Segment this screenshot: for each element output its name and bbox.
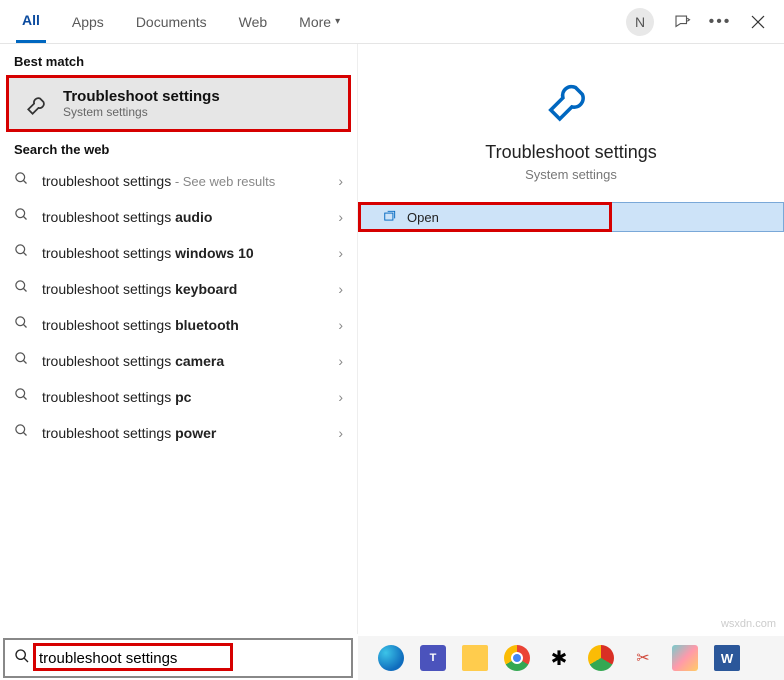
tab-more-label: More [299,14,331,30]
search-icon [14,171,34,191]
suggestion-text: troubleshoot settings windows 10 [42,245,338,261]
user-avatar[interactable]: N [626,8,654,36]
slack-icon[interactable]: ✱ [546,645,572,671]
more-options-icon[interactable]: ••• [710,12,730,32]
best-match-subtitle: System settings [63,105,220,119]
chevron-right-icon: › [338,389,343,405]
web-suggestion[interactable]: troubleshoot settings camera › [0,343,357,379]
search-icon [5,648,39,669]
web-suggestion[interactable]: troubleshoot settings power › [0,415,357,451]
wrench-icon [544,74,598,128]
tab-apps[interactable]: Apps [66,1,110,43]
chevron-right-icon: › [338,317,343,333]
chevron-right-icon: › [338,245,343,261]
feedback-icon[interactable] [672,12,692,32]
chevron-right-icon: › [338,353,343,369]
suggestion-text: troubleshoot settings audio [42,209,338,225]
search-icon [14,279,34,299]
search-input[interactable] [39,650,351,667]
suggestion-text: troubleshoot settings keyboard [42,281,338,297]
web-suggestion[interactable]: troubleshoot settings pc › [0,379,357,415]
chevron-down-icon: ▾ [335,16,340,27]
search-bar-container [3,638,353,678]
paint-icon[interactable] [672,645,698,671]
preview-title: Troubleshoot settings [368,142,774,163]
explorer-icon[interactable] [462,645,488,671]
tab-web[interactable]: Web [233,1,274,43]
web-suggestion[interactable]: troubleshoot settings keyboard › [0,271,357,307]
best-match-title: Troubleshoot settings [63,88,220,105]
search-icon [14,315,34,335]
tab-all[interactable]: All [16,1,46,43]
close-icon[interactable] [748,12,768,32]
search-bar[interactable] [3,638,353,678]
suggestion-text: troubleshoot settings - See web results [42,173,338,189]
wrench-icon [23,89,53,119]
chrome-icon[interactable] [504,645,530,671]
search-icon [14,387,34,407]
search-icon [14,243,34,263]
preview-subtitle: System settings [368,167,774,182]
edge-icon[interactable] [378,645,404,671]
web-suggestion[interactable]: troubleshoot settings windows 10 › [0,235,357,271]
action-row-remainder[interactable] [612,202,784,232]
search-web-heading: Search the web [0,132,357,163]
web-suggestion[interactable]: troubleshoot settings bluetooth › [0,307,357,343]
web-suggestion[interactable]: troubleshoot settings - See web results … [0,163,357,199]
word-icon[interactable]: W [714,645,740,671]
search-scope-tabs: All Apps Documents Web More ▾ N ••• [0,0,784,44]
taskbar: T ✱ ✂ W [358,636,784,680]
chevron-right-icon: › [338,173,343,189]
best-match-result[interactable]: Troubleshoot settings System settings [6,75,351,132]
tab-more[interactable]: More ▾ [293,1,346,43]
chevron-right-icon: › [338,209,343,225]
suggestion-text: troubleshoot settings bluetooth [42,317,338,333]
web-suggestion[interactable]: troubleshoot settings audio › [0,199,357,235]
open-button[interactable]: Open [358,202,612,232]
teams-icon[interactable]: T [420,645,446,671]
suggestion-text: troubleshoot settings power [42,425,338,441]
open-icon [383,209,397,226]
results-panel: Best match Troubleshoot settings System … [0,44,358,634]
chevron-right-icon: › [338,425,343,441]
search-icon [14,423,34,443]
preview-panel: Troubleshoot settings System settings Op… [358,44,784,634]
snip-icon[interactable]: ✂ [630,645,656,671]
action-row: Open [358,202,784,232]
suggestion-text: troubleshoot settings camera [42,353,338,369]
watermark-text: wsxdn.com [721,618,776,630]
suggestion-text: troubleshoot settings pc [42,389,338,405]
chevron-right-icon: › [338,281,343,297]
chrome-canary-icon[interactable] [588,645,614,671]
search-icon [14,207,34,227]
tab-documents[interactable]: Documents [130,1,213,43]
open-label: Open [407,210,439,225]
best-match-heading: Best match [0,44,357,75]
search-icon [14,351,34,371]
